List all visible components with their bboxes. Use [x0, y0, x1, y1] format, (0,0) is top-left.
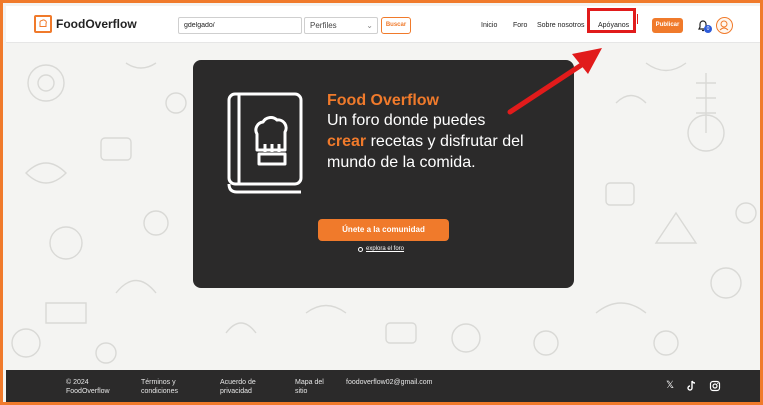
annotation-highlight-box — [587, 8, 636, 33]
nav-foro[interactable]: Foro — [513, 22, 527, 29]
search-filter-value: Perfiles — [310, 21, 337, 30]
footer: © 2024 FoodOverflow Términos y condicion… — [6, 370, 760, 402]
circle-icon — [358, 246, 363, 252]
tiktok-icon[interactable] — [686, 380, 698, 392]
avatar[interactable] — [716, 17, 733, 34]
nav-inicio[interactable]: Inicio — [481, 22, 497, 29]
join-community-button[interactable]: Únete a la comunidad — [318, 219, 449, 241]
footer-sitemap-link[interactable]: Mapa del sitio — [295, 378, 324, 396]
annotation-divider — [637, 14, 638, 24]
x-icon[interactable]: 𝕏 — [664, 380, 676, 392]
privacy-label-2: privacidad — [220, 388, 252, 395]
footer-privacy-link[interactable]: Acuerdo de privacidad — [220, 378, 256, 396]
explore-forum-link[interactable]: explora el foro — [358, 246, 404, 252]
copyright-brand: FoodOverflow — [66, 388, 110, 395]
brand-name[interactable]: FoodOverflow — [56, 17, 137, 31]
instagram-icon[interactable] — [709, 380, 721, 392]
search-filter-select[interactable]: Perfiles ⌄ — [304, 17, 664, 34]
terms-label-1: Términos y — [141, 379, 176, 386]
privacy-label-1: Acuerdo de — [220, 379, 256, 386]
chevron-down-icon[interactable]: ⌄ — [366, 18, 373, 33]
top-navbar: FoodOverflow Perfiles ⌄ Buscar Inicio Fo… — [6, 6, 760, 43]
terms-label-2: condiciones — [141, 388, 178, 395]
hero-line-1: Un foro donde puedes — [327, 112, 486, 129]
explore-forum-label: explora el foro — [366, 246, 405, 252]
hero-card: Food Overflow Un foro donde puedes crear… — [193, 60, 574, 288]
footer-email[interactable]: foodoverflow02@gmail.com — [346, 378, 432, 387]
footer-copyright: © 2024 FoodOverflow — [66, 378, 110, 396]
footer-terms-link[interactable]: Términos y condiciones — [141, 378, 178, 396]
search-button[interactable]: Buscar — [381, 17, 411, 34]
logo-icon[interactable] — [34, 15, 52, 33]
sitemap-label-1: Mapa del — [295, 379, 324, 386]
notification-badge: 0 — [704, 25, 712, 33]
hero-description: Un foro donde puedes crear recetas y dis… — [327, 110, 557, 173]
page-frame: FoodOverflow Perfiles ⌄ Buscar Inicio Fo… — [0, 0, 763, 405]
publish-button[interactable]: Publicar — [652, 18, 683, 33]
chef-book-icon — [227, 92, 303, 194]
search-input[interactable] — [178, 17, 302, 34]
copyright-year: © 2024 — [66, 379, 89, 386]
nav-sobre-nosotros[interactable]: Sobre nosotros — [537, 22, 584, 29]
hero-highlight: crear — [327, 133, 367, 150]
hero-title: Food Overflow — [327, 92, 439, 109]
sitemap-label-2: sitio — [295, 388, 308, 395]
